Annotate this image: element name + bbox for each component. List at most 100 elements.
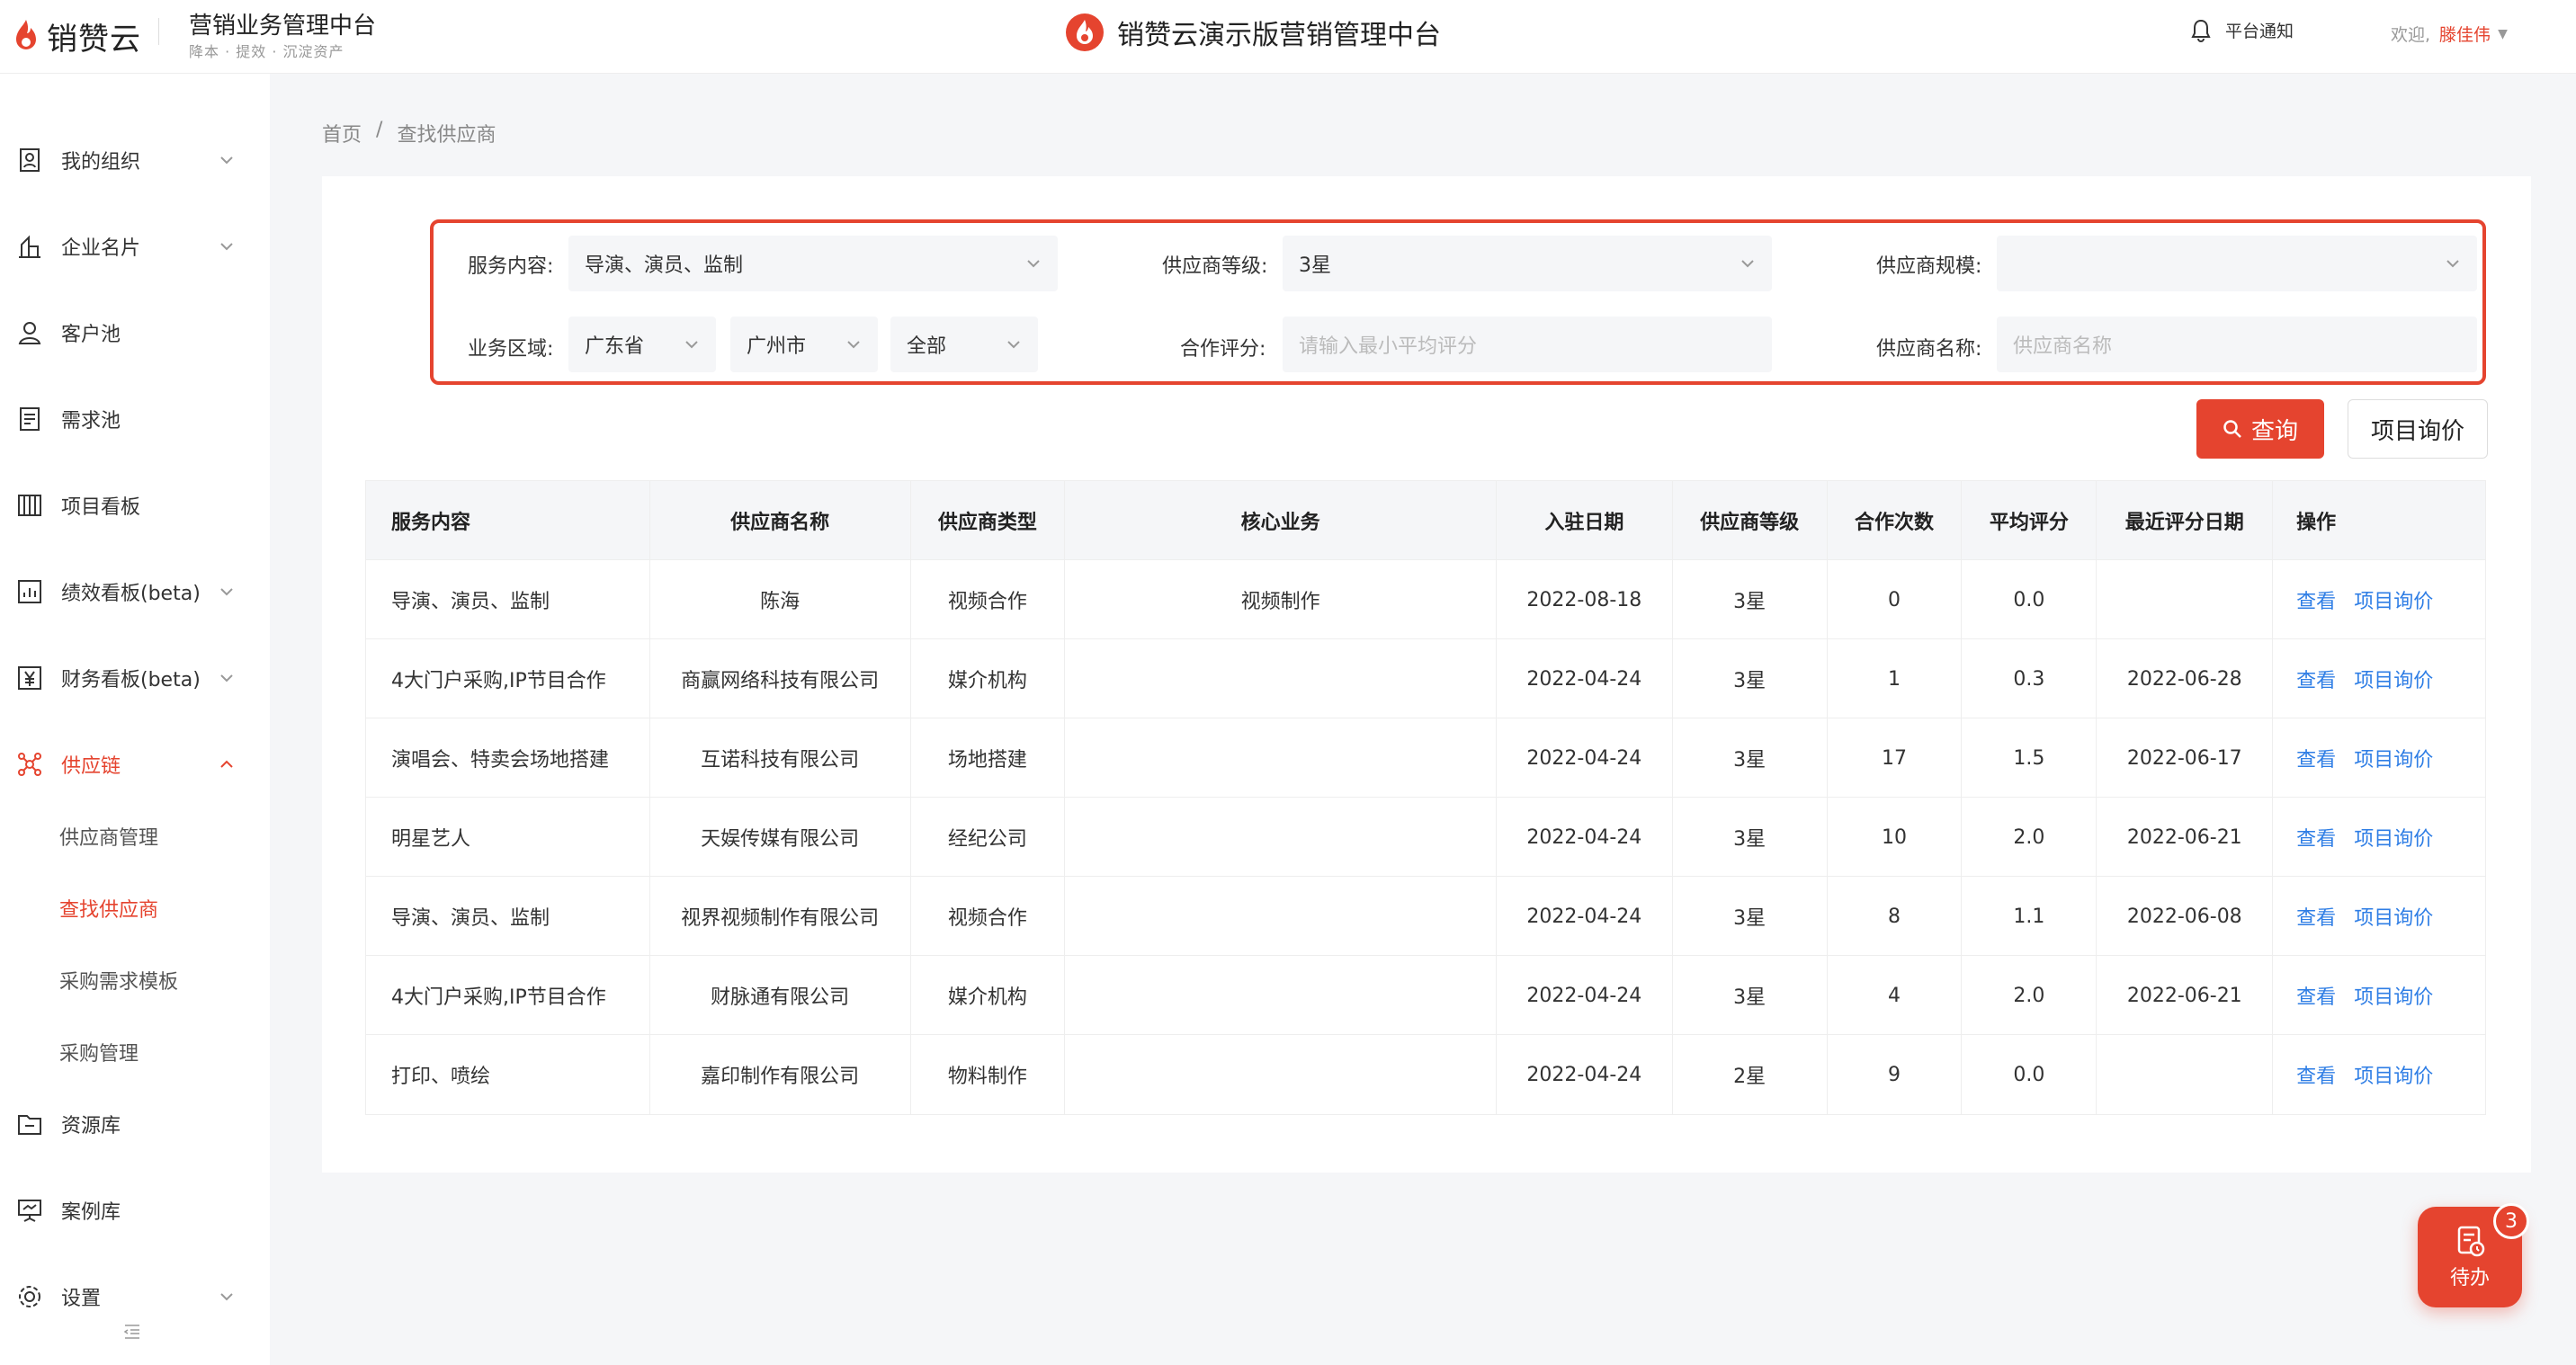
level-value: 3星: [1299, 254, 1331, 277]
query-button[interactable]: 查询: [2196, 399, 2324, 459]
view-link[interactable]: 查看: [2296, 665, 2336, 693]
todo-float-button[interactable]: 待办 3: [2418, 1203, 2529, 1307]
rating-input[interactable]: 请输入最小平均评分: [1283, 317, 1772, 372]
cell-last-rating-date: [2097, 560, 2274, 639]
cell-actions: 查看 项目询价: [2273, 956, 2485, 1035]
cell-service: 4大门户采购,IP节目合作: [366, 639, 650, 718]
project-inquiry-button[interactable]: 项目询价: [2348, 399, 2488, 459]
cell-join-date: 2022-04-24: [1497, 639, 1673, 718]
chevron-down-icon: [2446, 260, 2459, 268]
sidebar-item-label: 财务看板(beta): [61, 669, 201, 691]
cell-service: 导演、演员、监制: [366, 877, 650, 956]
chevron-down-icon: [220, 588, 233, 596]
chevron-down-icon: [847, 341, 860, 349]
level-select[interactable]: 3星: [1283, 236, 1772, 291]
project-inquiry-link[interactable]: 项目询价: [2354, 744, 2433, 772]
sidebar-item-company-card[interactable]: 企业名片: [0, 219, 270, 273]
cell-avg-rating: 0.3: [1962, 639, 2097, 718]
sidebar-item-case-library[interactable]: 案例库: [0, 1183, 270, 1237]
cell-avg-rating: 0.0: [1962, 1035, 2097, 1114]
cell-coop-count: 9: [1828, 1035, 1963, 1114]
cell-supplier-type: 媒介机构: [911, 639, 1066, 718]
user-menu[interactable]: 欢迎, 滕佳伟 ▼: [2391, 22, 2508, 46]
sidebar-item-performance-board[interactable]: 绩效看板(beta): [0, 565, 270, 619]
sidebar-item-settings[interactable]: 设置: [0, 1270, 270, 1324]
project-inquiry-button-label: 项目询价: [2370, 417, 2464, 445]
sidebar-item-demand-pool[interactable]: 需求池: [0, 392, 270, 446]
cell-coop-count: 0: [1828, 560, 1963, 639]
service-label: 服务内容:: [468, 255, 554, 278]
supplier-name-input[interactable]: 供应商名称: [1997, 317, 2477, 372]
sidebar-item-label: 我的组织: [61, 151, 141, 174]
service-value: 导演、演员、监制: [585, 254, 744, 277]
cell-actions: 查看 项目询价: [2273, 798, 2485, 877]
cell-supplier-name: 嘉印制作有限公司: [650, 1035, 911, 1114]
sidebar-subitem-supplier-management[interactable]: 供应商管理: [59, 822, 158, 851]
view-link[interactable]: 查看: [2296, 823, 2336, 852]
province-value: 广东省: [585, 335, 645, 358]
column-header: 入驻日期: [1497, 481, 1673, 560]
service-select[interactable]: 导演、演员、监制: [568, 236, 1058, 291]
cell-supplier-level: 3星: [1673, 718, 1828, 798]
cell-actions: 查看 项目询价: [2273, 1035, 2485, 1114]
sidebar-item-finance-board[interactable]: 财务看板(beta): [0, 651, 270, 705]
top-header: 销赞云 营销业务管理中台 降本 · 提效 · 沉淀资产 销赞云演示版营销管理中台…: [0, 0, 2576, 74]
sidebar-subitem-purchase-template[interactable]: 采购需求模板: [59, 966, 178, 995]
breadcrumb-home[interactable]: 首页: [322, 119, 362, 147]
column-header: 操作: [2296, 512, 2337, 534]
sidebar-item-project-board[interactable]: 项目看板: [0, 478, 270, 532]
scale-select[interactable]: [1997, 236, 2477, 291]
logo-text: 销赞云: [47, 21, 141, 58]
view-link[interactable]: 查看: [2296, 902, 2336, 931]
project-inquiry-link[interactable]: 项目询价: [2354, 1060, 2433, 1089]
sidebar-item-my-org[interactable]: 我的组织: [0, 133, 270, 187]
caret-down-icon: ▼: [2498, 26, 2508, 41]
center-title: 销赞云演示版营销管理中台: [1065, 13, 1441, 52]
column-header: 服务内容: [366, 481, 650, 560]
project-inquiry-link[interactable]: 项目询价: [2354, 823, 2433, 852]
sidebar-item-supply-chain[interactable]: 供应链: [0, 737, 270, 791]
brand-logo[interactable]: 销赞云: [11, 14, 141, 58]
breadcrumb-separator: /: [376, 119, 383, 141]
level-label: 供应商等级:: [1162, 255, 1268, 278]
region-label: 业务区域:: [468, 338, 554, 361]
city-value: 广州市: [747, 335, 807, 358]
province-select[interactable]: 广东省: [568, 317, 716, 372]
project-inquiry-link[interactable]: 项目询价: [2354, 981, 2433, 1010]
folder-icon: [18, 1115, 41, 1135]
cell-core-business: 视频制作: [1065, 560, 1497, 639]
cell-supplier-level: 2星: [1673, 1035, 1828, 1114]
collapse-sidebar-icon[interactable]: [122, 1322, 142, 1342]
city-select[interactable]: 广州市: [730, 317, 878, 372]
view-link[interactable]: 查看: [2296, 744, 2336, 772]
column-header: 供应商类型: [911, 481, 1066, 560]
sidebar-subitem-purchase-management[interactable]: 采购管理: [59, 1038, 139, 1066]
search-icon: [2223, 420, 2241, 438]
chevron-down-icon: [685, 341, 698, 349]
cell-avg-rating: 2.0: [1962, 798, 2097, 877]
cell-supplier-name: 视界视频制作有限公司: [650, 877, 911, 956]
district-select[interactable]: 全部: [890, 317, 1038, 372]
chevron-down-icon: [220, 156, 233, 165]
sidebar-item-resource-library[interactable]: 资源库: [0, 1097, 270, 1151]
view-link[interactable]: 查看: [2296, 1060, 2336, 1089]
sidebar-item-customer-pool[interactable]: 客户池: [0, 306, 270, 360]
project-inquiry-link[interactable]: 项目询价: [2354, 902, 2433, 931]
chart-icon: [18, 580, 41, 603]
cell-supplier-name: 天娱传媒有限公司: [650, 798, 911, 877]
view-link[interactable]: 查看: [2296, 981, 2336, 1010]
header-divider: [158, 18, 159, 45]
scale-label: 供应商规模:: [1876, 255, 1982, 278]
project-inquiry-link[interactable]: 项目询价: [2354, 585, 2433, 614]
view-link[interactable]: 查看: [2296, 585, 2336, 614]
cell-supplier-level: 3星: [1673, 560, 1828, 639]
table-row: 导演、演员、监制 视界视频制作有限公司 视频合作 2022-04-24 3星 8 1.1 20…: [366, 877, 2485, 956]
sidebar-subitem-find-supplier[interactable]: 查找供应商: [59, 894, 158, 923]
cell-service: 4大门户采购,IP节目合作: [366, 956, 650, 1035]
platform-notify[interactable]: 平台通知: [2191, 18, 2294, 42]
column-header: 合作次数: [1828, 481, 1963, 560]
sidebar-item-label: 需求池: [61, 410, 121, 433]
project-inquiry-link[interactable]: 项目询价: [2354, 665, 2433, 693]
cell-last-rating-date: [2097, 1035, 2274, 1114]
cell-supplier-level: 3星: [1673, 798, 1828, 877]
